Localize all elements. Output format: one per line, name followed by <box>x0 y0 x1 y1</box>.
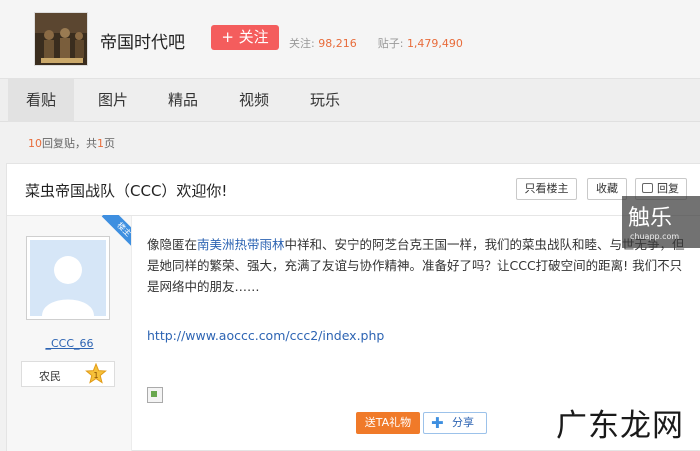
only-op-button[interactable]: 只看楼主 <box>516 178 577 200</box>
post-url-link[interactable]: http://www.aoccc.com/ccc2/index.php <box>147 328 384 343</box>
favorite-button[interactable]: 收藏 <box>587 178 627 200</box>
followers-count: 98,216 <box>318 37 357 50</box>
reply-count-text: 回复贴，共 <box>42 137 97 150</box>
watermark-chuapp: 触乐 chuapp.com <box>622 196 700 248</box>
share-button[interactable]: ✚ 分享 <box>423 412 487 434</box>
watermark-gdlong: 广东龙网 <box>556 408 684 444</box>
tab-featured[interactable]: 精品 <box>150 79 216 122</box>
tab-games[interactable]: 玩乐 <box>292 79 358 122</box>
post-text-start: 像隐匿在 <box>147 237 198 252</box>
page-count-number: 1 <box>97 137 104 150</box>
watermark-chuapp-sub: chuapp.com <box>630 232 680 241</box>
op-badge: 楼主 <box>95 215 131 251</box>
share-button-label: 分享 <box>452 416 474 429</box>
broken-image-icon <box>147 387 163 403</box>
watermark-chuapp-main: 触乐 <box>628 206 673 231</box>
posts-label: 贴子: <box>377 37 404 50</box>
forum-avatar[interactable] <box>34 12 88 66</box>
thread-header: 菜虫帝国战队（CCC）欢迎你! 只看楼主 收藏 回复 <box>7 164 700 216</box>
plus-icon: ✚ <box>431 414 444 432</box>
page-count-text: 页 <box>104 137 115 150</box>
forum-nav: 看贴 图片 精品 视频 玩乐 <box>0 78 700 122</box>
author-name[interactable]: _CCC_66 <box>7 337 132 350</box>
posts-count: 1,479,490 <box>406 37 463 50</box>
reply-count: 10回复贴，共1页 <box>28 135 115 151</box>
star-level-icon: 1 <box>85 362 107 385</box>
tab-images[interactable]: 图片 <box>80 79 146 122</box>
author-column: _CCC_66 农民 1 <box>7 216 132 451</box>
level-number: 1 <box>93 371 98 380</box>
reply-count-number: 10 <box>28 137 42 150</box>
forum-header: 帝国时代吧 + 关注 关注: 98,216 贴子: 1,479,490 <box>0 0 700 78</box>
tab-videos[interactable]: 视频 <box>221 79 287 122</box>
follow-button[interactable]: + 关注 <box>211 25 279 50</box>
followers-label: 关注: <box>289 37 315 50</box>
forum-stats: 关注: 98,216 贴子: 1,479,490 <box>289 35 463 51</box>
op-badge-label: 楼主 <box>101 215 131 251</box>
forum-title[interactable]: 帝国时代吧 <box>100 28 185 53</box>
send-gift-button[interactable]: 送TA礼物 <box>356 412 420 434</box>
post-keyword-link[interactable]: 南美洲热带雨林 <box>197 237 285 252</box>
tab-posts[interactable]: 看贴 <box>8 79 74 122</box>
comment-icon <box>642 183 653 193</box>
post-content: 像隐匿在南美洲热带雨林中祥和、安宁的阿芝台克王国一样，我们的菜虫战队和睦、与世无… <box>147 234 687 297</box>
user-level[interactable]: 农民 1 <box>21 361 115 387</box>
level-title: 农民 <box>39 370 61 383</box>
thread-title: 菜虫帝国战队（CCC）欢迎你! <box>25 182 228 200</box>
